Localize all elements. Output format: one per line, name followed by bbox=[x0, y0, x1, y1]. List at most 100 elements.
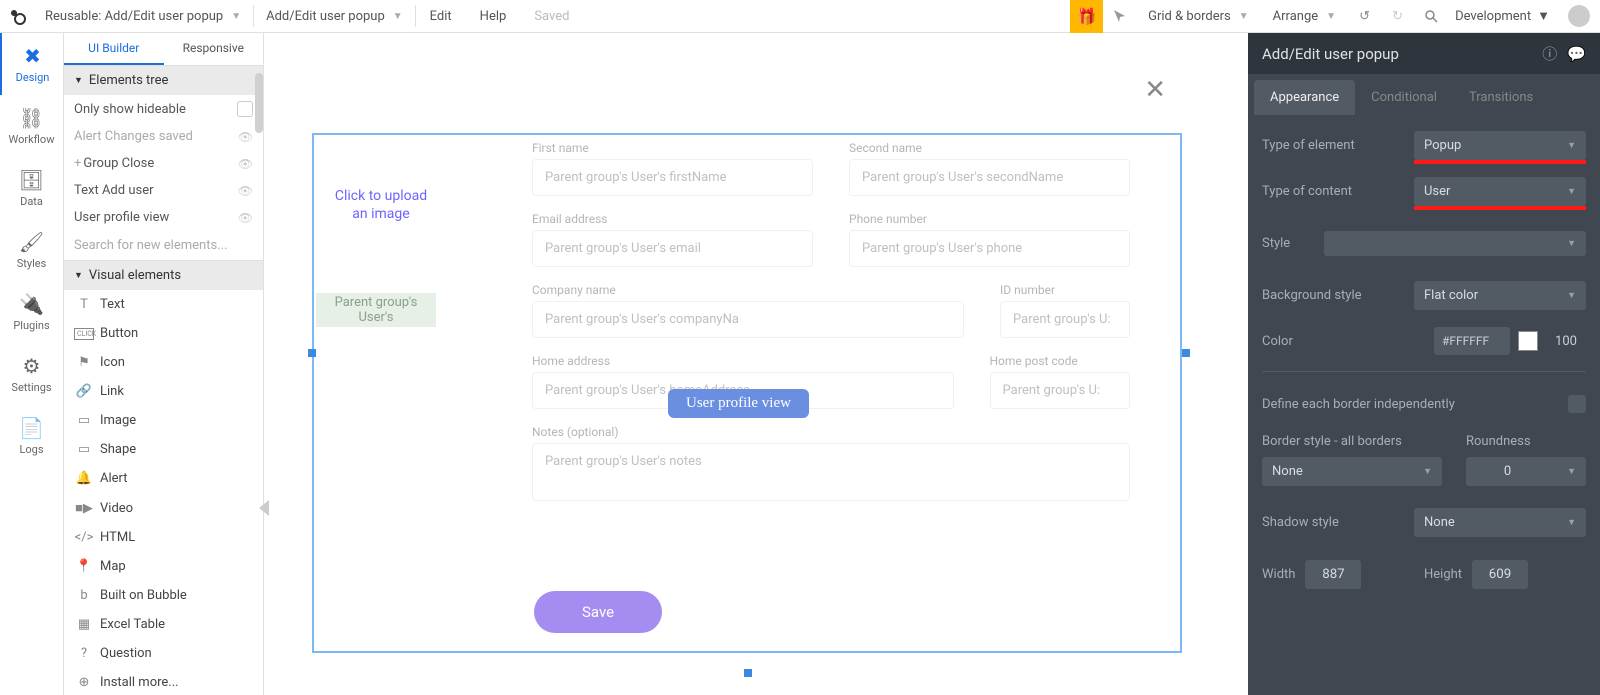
pointer-icon[interactable] bbox=[1103, 0, 1136, 33]
phone-input[interactable]: Parent group's User's phone bbox=[849, 230, 1130, 267]
element-html[interactable]: </>HTML bbox=[64, 523, 263, 552]
tree-item[interactable]: Text Add user👁 bbox=[64, 177, 263, 204]
eye-icon[interactable]: 👁 bbox=[238, 157, 253, 171]
workflow-tab[interactable]: ⛓Workflow bbox=[0, 95, 63, 157]
page-dropdown[interactable]: Add/Edit user popup ▼ bbox=[254, 0, 415, 32]
selection-handle[interactable] bbox=[1182, 349, 1190, 357]
eye-icon[interactable]: 👁 bbox=[238, 211, 253, 225]
upload-image[interactable]: Click to upload an image bbox=[326, 187, 436, 223]
search-icon[interactable] bbox=[1414, 0, 1447, 33]
inspector-header: Add/Edit user popup ⓘ 💬 bbox=[1248, 33, 1600, 74]
element-list: TText CLICKButton ⚑Icon 🔗Link ▭Image ▭Sh… bbox=[64, 290, 263, 695]
conditional-tab[interactable]: Conditional bbox=[1355, 80, 1453, 115]
environment-dropdown[interactable]: Development ▼ bbox=[1447, 8, 1558, 24]
eye-icon[interactable]: 👁 bbox=[238, 184, 253, 198]
company-input[interactable]: Parent group's User's companyNa bbox=[532, 301, 964, 338]
element-question[interactable]: ?Question bbox=[64, 639, 263, 668]
scrollbar[interactable] bbox=[255, 73, 263, 133]
grid-borders-dropdown[interactable]: Grid & borders ▼ bbox=[1136, 0, 1261, 32]
selection-handle[interactable] bbox=[308, 349, 316, 357]
appearance-tab[interactable]: Appearance bbox=[1254, 80, 1355, 115]
homepost-input[interactable]: Parent group's U: bbox=[990, 372, 1131, 409]
undo-icon[interactable]: ↺ bbox=[1348, 0, 1381, 33]
eye-icon[interactable]: 👁 bbox=[238, 130, 253, 144]
color-hex-input[interactable]: #FFFFFF bbox=[1434, 327, 1510, 355]
selection-handle[interactable] bbox=[744, 669, 752, 677]
idnum-input[interactable]: Parent group's U: bbox=[1000, 301, 1130, 338]
chevron-down-icon: ▼ bbox=[1567, 517, 1576, 528]
type-content-select[interactable]: User▼ bbox=[1414, 177, 1586, 206]
color-label: Color bbox=[1262, 334, 1434, 349]
shape-icon: ▭ bbox=[74, 442, 94, 457]
plugins-tab[interactable]: 🔌Plugins bbox=[0, 281, 63, 343]
close-icon[interactable]: ✕ bbox=[1144, 75, 1166, 105]
edit-menu[interactable]: Edit bbox=[416, 9, 466, 24]
firstname-input[interactable]: Parent group's User's firstName bbox=[532, 159, 813, 196]
transitions-tab[interactable]: Transitions bbox=[1453, 80, 1549, 115]
gift-icon[interactable]: 🎁 bbox=[1070, 0, 1103, 33]
element-image[interactable]: ▭Image bbox=[64, 406, 263, 435]
element-shape[interactable]: ▭Shape bbox=[64, 435, 263, 464]
border-indep-checkbox[interactable] bbox=[1568, 395, 1586, 413]
tree-item[interactable]: User profile view👁 bbox=[64, 204, 263, 231]
element-text[interactable]: TText bbox=[64, 290, 263, 319]
border-style-select[interactable]: None▼ bbox=[1262, 457, 1442, 486]
element-bubble[interactable]: bBuilt on Bubble bbox=[64, 581, 263, 610]
redo-icon[interactable]: ↻ bbox=[1381, 0, 1414, 33]
image-icon: ▭ bbox=[74, 413, 94, 428]
element-install-more[interactable]: ⊕Install more... bbox=[64, 668, 263, 695]
user-avatar[interactable] bbox=[1568, 5, 1590, 27]
width-label: Width bbox=[1262, 567, 1295, 582]
element-button[interactable]: CLICKButton bbox=[64, 319, 263, 348]
user-profile-view-badge[interactable]: User profile view bbox=[668, 389, 809, 418]
width-input[interactable] bbox=[1305, 560, 1361, 589]
height-input[interactable] bbox=[1472, 560, 1528, 589]
email-input[interactable]: Parent group's User's email bbox=[532, 230, 813, 267]
chevron-down-icon: ▼ bbox=[1326, 11, 1336, 22]
shadow-select[interactable]: None▼ bbox=[1414, 508, 1586, 537]
data-tab[interactable]: 🗄Data bbox=[0, 157, 63, 219]
comment-icon[interactable]: 💬 bbox=[1567, 45, 1586, 63]
popup-element[interactable]: ✕ Click to upload an image Parent group'… bbox=[312, 133, 1182, 653]
design-tab[interactable]: ✖Design bbox=[0, 33, 63, 95]
chevron-down-icon: ▼ bbox=[1537, 8, 1550, 24]
bg-style-select[interactable]: Flat color▼ bbox=[1414, 281, 1586, 310]
company-label: Company name bbox=[532, 283, 964, 297]
bubble-logo[interactable] bbox=[0, 0, 33, 33]
secondname-input[interactable]: Parent group's User's secondName bbox=[849, 159, 1130, 196]
responsive-tab[interactable]: Responsive bbox=[164, 33, 264, 65]
canvas[interactable]: ✕ Click to upload an image Parent group'… bbox=[278, 33, 1218, 695]
save-button[interactable]: Save bbox=[534, 591, 662, 633]
info-icon[interactable]: ⓘ bbox=[1542, 43, 1557, 64]
style-select[interactable]: ▼ bbox=[1324, 231, 1586, 256]
ui-builder-tab[interactable]: UI Builder bbox=[64, 33, 164, 65]
color-opacity[interactable]: 100 bbox=[1546, 334, 1586, 349]
element-icon[interactable]: ⚑Icon bbox=[64, 348, 263, 377]
tree-item[interactable]: +Group Close👁 bbox=[64, 150, 263, 177]
only-show-hideable[interactable]: Only show hideable bbox=[64, 95, 263, 123]
tree-item[interactable]: Alert Changes saved👁 bbox=[64, 123, 263, 150]
save-status: Saved bbox=[520, 9, 583, 24]
color-swatch[interactable] bbox=[1518, 331, 1538, 351]
reusable-dropdown[interactable]: Reusable: Add/Edit user popup ▼ bbox=[33, 0, 253, 32]
element-alert[interactable]: 🔔Alert bbox=[64, 464, 263, 493]
elements-tree-header[interactable]: ▼Elements tree bbox=[64, 66, 263, 95]
form: First nameParent group's User's firstNam… bbox=[532, 141, 1130, 517]
settings-tab[interactable]: ⚙Settings bbox=[0, 343, 63, 405]
visual-elements-header[interactable]: ▼Visual elements bbox=[64, 261, 263, 290]
checkbox[interactable] bbox=[237, 101, 253, 117]
logs-tab[interactable]: 📄Logs bbox=[0, 405, 63, 467]
roundness-select[interactable]: 0▼ bbox=[1466, 457, 1586, 486]
arrange-dropdown[interactable]: Arrange ▼ bbox=[1261, 0, 1348, 32]
element-search[interactable]: Search for new elements... bbox=[64, 231, 263, 261]
design-icon: ✖ bbox=[24, 44, 41, 68]
notes-input[interactable]: Parent group's User's notes bbox=[532, 443, 1130, 501]
help-menu[interactable]: Help bbox=[466, 9, 521, 24]
element-map[interactable]: 📍Map bbox=[64, 552, 263, 581]
element-excel[interactable]: ▦Excel Table bbox=[64, 610, 263, 639]
styles-tab[interactable]: 🖌Styles bbox=[0, 219, 63, 281]
type-element-select[interactable]: Popup▼ bbox=[1414, 131, 1586, 160]
element-link[interactable]: 🔗Link bbox=[64, 377, 263, 406]
homeaddr-label: Home address bbox=[532, 354, 954, 368]
element-video[interactable]: ■▶Video bbox=[64, 493, 263, 523]
